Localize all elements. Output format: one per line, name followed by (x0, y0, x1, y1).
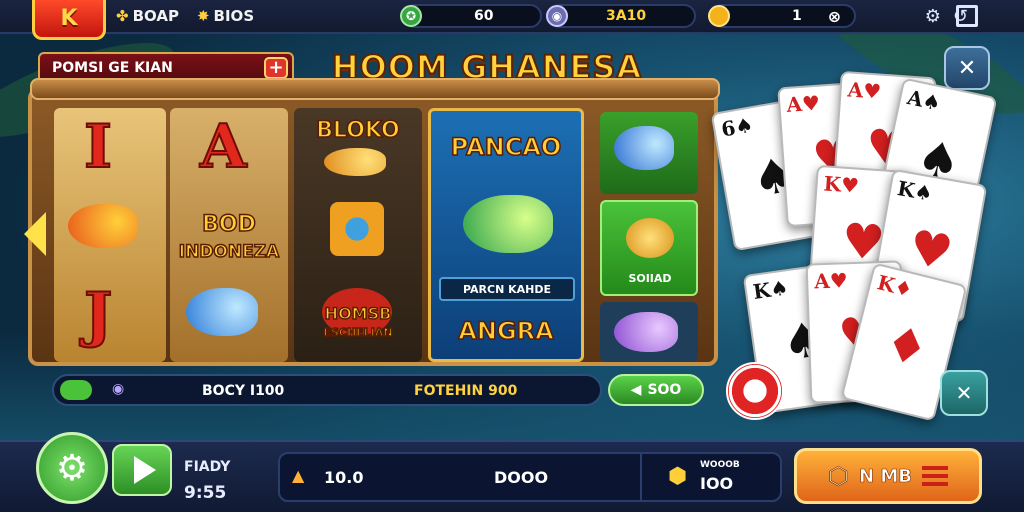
action-button[interactable]: ⬡ N MB (794, 448, 982, 504)
reel-1: I J (54, 108, 166, 362)
balance-pill: ✪ 60 (400, 4, 542, 28)
gear-icon: ⚙ (55, 447, 89, 489)
reel-5-cell-fish (600, 112, 698, 194)
top-label-2-text: BIOS (213, 7, 255, 25)
gem-icon: ✪ (400, 5, 422, 27)
balance-pill-2: ◉ 3A10 (546, 4, 696, 28)
diamond-icon: ♦ (878, 314, 935, 380)
divider (640, 454, 642, 500)
banner-label: POMSI GE KIAN (52, 60, 173, 76)
play-button[interactable] (112, 444, 172, 496)
arrow-icon: ◀ (630, 382, 642, 398)
yellow-fish-icon (324, 148, 386, 176)
reel-word: INDONEZA (178, 241, 280, 263)
reel-4-featured: PANCAO PARCN KAHDE ANGRA (428, 108, 584, 362)
swap-icon[interactable]: ⊗ (828, 7, 841, 26)
coin-pill: 1 ⊗ (708, 4, 856, 28)
status-block: FIADY 9:55 (184, 454, 230, 506)
reel-2: A BOD INDONEZA (170, 108, 288, 362)
game-logo[interactable]: K (32, 0, 106, 40)
reel-5-cell-coins: SOIIAD (600, 200, 698, 296)
poker-chip-icon[interactable] (726, 362, 784, 420)
reel-symbol: A (199, 111, 248, 183)
top-label-2[interactable]: ✸ BIOS (197, 7, 254, 25)
chip-small-icon: ◉ (112, 381, 125, 397)
reel-word: ESCHELIAN (323, 325, 394, 340)
stats-panel: ▲ 10.0 DOOO ⬢ WOOOB IOO (278, 452, 782, 502)
clover-icon: ✤ (116, 7, 129, 25)
top-labels: ✤ BOAP ✸ BIOS (116, 7, 254, 25)
left-arrow-icon[interactable] (24, 212, 46, 256)
settings-gear-button[interactable]: ⚙ (36, 432, 108, 504)
fullscreen-icon[interactable] (956, 5, 978, 27)
confirm-button[interactable]: ◀ SOO (608, 374, 704, 406)
reel-word: BLOKO (316, 117, 401, 144)
reel-word: ANGRA (458, 316, 555, 346)
bet-icon: ▲ (292, 466, 305, 485)
stat-2-value: DOOO (494, 468, 549, 487)
confirm-label: SOO (647, 382, 682, 398)
status-label: FIADY (184, 459, 231, 475)
featured-label: PARCN KAHDE (439, 277, 575, 301)
stat-3-label: WOOOB (700, 460, 740, 470)
settings-icon[interactable]: ⚙ (925, 6, 941, 27)
orange-fish-icon (68, 204, 138, 248)
stat-1-value: 10.0 (324, 468, 364, 487)
logo-letter: K (60, 6, 78, 31)
coins-value: SOIIAD (628, 272, 672, 285)
coin-icon (708, 5, 730, 27)
top-label-1[interactable]: ✤ BOAP (116, 7, 179, 25)
star-icon: ✸ (196, 7, 210, 25)
frame-beam (30, 78, 720, 100)
green-fish-icon (463, 195, 553, 253)
stat-3-value: IOO (700, 474, 734, 493)
featured-title: PANCAO (450, 132, 562, 162)
bet-info-bar: ◉ BOCY I100 FOTEHIN 900 (52, 374, 602, 406)
compass-icon (330, 202, 384, 256)
add-button[interactable]: + (264, 57, 288, 79)
blue-fish-icon (614, 126, 674, 170)
action-label: N MB (858, 465, 913, 487)
coins-icon (626, 218, 674, 258)
timer-value: 9:55 (184, 483, 227, 503)
shield-icon: ⬢ (668, 464, 688, 489)
purple-fish-icon (614, 312, 678, 352)
reel-symbol: I (83, 111, 113, 183)
bet-right-text: FOTEHIN 900 (414, 383, 518, 399)
balance-value-2: 3A10 (606, 8, 647, 24)
close-button[interactable]: ✕ (944, 46, 990, 90)
toggle-icon[interactable] (60, 380, 92, 400)
blue-fish-icon (186, 288, 258, 336)
reel-word: BOD (201, 211, 256, 238)
reel-symbol: J (83, 279, 113, 351)
coin-value: 1 (792, 8, 802, 24)
top-label-1-text: BOAP (132, 7, 179, 25)
hexagon-icon: ⬡ (828, 462, 850, 491)
dismiss-button[interactable]: ✕ (940, 370, 988, 416)
menu-icon (921, 466, 948, 486)
plus-icon: + (268, 57, 284, 78)
reel-word: HOMSB (324, 303, 392, 324)
reel-3: BLOKO HOMSB ESCHELIAN (294, 108, 422, 362)
bet-left-text: BOCY I100 (202, 383, 285, 399)
chip-icon: ◉ (546, 5, 568, 27)
balance-value: 60 (474, 8, 494, 24)
reel-5-cell-purple (600, 302, 698, 362)
